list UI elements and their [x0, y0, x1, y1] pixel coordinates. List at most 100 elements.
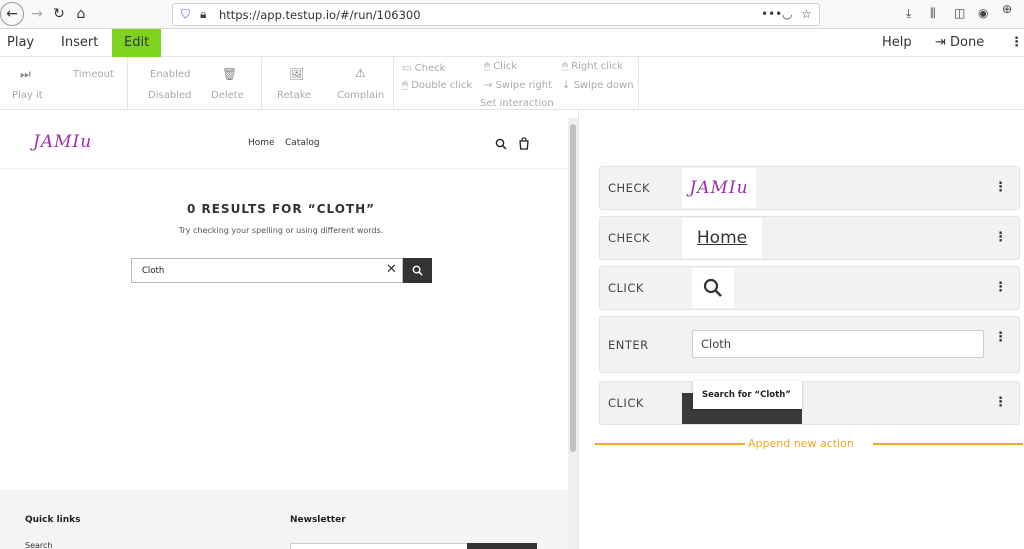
step-row[interactable]: ENTER Cloth ⋮ [599, 316, 1020, 373]
set-interaction-label[interactable]: Set interaction [480, 98, 554, 109]
action-toolbar: ⏭ Play it Timeout Enabled Disabled 🗑︎ De… [0, 57, 1024, 110]
step-row[interactable]: CHECK Home ⋮ [599, 216, 1020, 260]
newsletter-subscribe-button[interactable] [467, 543, 537, 549]
shield-icon: ⛉ [181, 7, 191, 21]
thumb-home-text: Home [696, 228, 748, 248]
step-action-label: CHECK [608, 181, 651, 195]
step-action-label: ENTER [608, 338, 649, 352]
exit-icon: ⇥ [935, 35, 946, 50]
swipe-right-action[interactable]: → Swipe right [484, 80, 552, 91]
step-row[interactable]: CLICK ⋮ [599, 266, 1020, 310]
lock-icon: 🔒︎ [200, 7, 207, 21]
shop-nav-catalog[interactable]: Catalog [285, 138, 320, 148]
thumb-suggestion: Search for “Cloth” [693, 381, 802, 409]
timeout-label[interactable]: Timeout [73, 69, 114, 80]
sidebar-icon[interactable]: ◫ [954, 6, 965, 20]
step-action-label: CLICK [608, 281, 644, 295]
menu-edit[interactable]: Edit [112, 29, 162, 57]
play-it-label[interactable]: Play it [12, 90, 43, 101]
back-arrow-icon[interactable]: ← [0, 2, 24, 26]
append-new-action[interactable]: Append new action [595, 437, 1023, 451]
cart-icon[interactable] [518, 137, 530, 150]
results-title: 0 RESULTS FOR “CLOTH” [186, 202, 376, 216]
delete-label[interactable]: Delete [211, 90, 244, 101]
step-action-label: CLICK [608, 396, 644, 410]
toolbar-divider [393, 57, 394, 110]
step-menu-icon[interactable]: ⋮ [994, 230, 1007, 245]
menu-insert[interactable]: Insert [61, 29, 98, 57]
more-actions-icon[interactable]: ••• [761, 7, 782, 21]
extension-icon[interactable]: ⊕ [1002, 2, 1012, 16]
play-forward-icon[interactable]: ⏭ [20, 67, 31, 82]
scrollbar-thumb[interactable] [570, 124, 576, 452]
pocket-icon[interactable]: ◡ [782, 7, 792, 21]
arrow-right-icon: → [484, 80, 496, 91]
shop-search-icon[interactable] [495, 138, 507, 150]
footer-quick-links: Quick links [25, 515, 81, 525]
enabled-label[interactable]: Enabled [150, 69, 190, 80]
clear-icon[interactable]: ✕ [386, 262, 397, 277]
step-row[interactable]: CLICK Search for “Cloth” ⋮ [599, 381, 1020, 425]
thumb-suggestion-text: Search for “Cloth” [702, 390, 791, 400]
preview-scrollbar[interactable] [568, 118, 578, 549]
shop-search-button[interactable] [403, 258, 432, 283]
append-new-action-label[interactable]: Append new action [745, 437, 857, 450]
reload-icon[interactable]: ↻ [48, 3, 70, 25]
page-preview[interactable]: JAMIu Home Catalog 0 RESULTS FOR “CLOTH”… [0, 118, 568, 549]
step-menu-icon[interactable]: ⋮ [994, 180, 1007, 195]
arrow-down-icon: ↓ [562, 80, 574, 91]
account-icon[interactable]: ◉ [978, 6, 988, 20]
header-divider [0, 168, 568, 169]
step-thumbnail: Home [682, 218, 762, 258]
search-value: Cloth [142, 266, 165, 276]
append-line-left [595, 443, 745, 445]
toolbar-divider [261, 57, 262, 110]
trash-icon[interactable]: 🗑︎ [222, 67, 237, 81]
rect-icon: ▭ [402, 63, 415, 74]
append-line-right [873, 443, 1023, 445]
right-click-action[interactable]: 🖱︎ Right click [562, 61, 623, 72]
swipe-down-action[interactable]: ↓ Swipe down [562, 80, 634, 91]
step-menu-icon[interactable]: ⋮ [994, 330, 1007, 345]
double-click-action[interactable]: 🖱︎ Double click [402, 80, 472, 91]
click-action[interactable]: 🖱︎ Click [484, 61, 517, 72]
image-icon[interactable]: 🖼︎ [289, 67, 304, 81]
step-row[interactable]: CHECK JAMIu ⋮ [599, 166, 1020, 210]
home-icon[interactable]: ⌂ [70, 3, 92, 25]
step-menu-icon[interactable]: ⋮ [994, 280, 1007, 295]
steps-panel: CHECK JAMIu ⋮ CHECK Home ⋮ CLICK ⋮ ENTER… [578, 110, 1024, 549]
url-text: https://app.testup.io/#/run/106300 [219, 8, 421, 22]
complain-label[interactable]: Complain [337, 90, 384, 101]
step-thumbnail [692, 268, 734, 308]
library-icon[interactable]: ⫼ [930, 6, 936, 21]
menu-kebab-icon[interactable]: ⋮ [1010, 29, 1023, 57]
mouse-icon: 🖱︎ [562, 61, 572, 72]
newsletter-email-field[interactable] [290, 543, 468, 549]
step-enter-value: Cloth [701, 337, 732, 351]
shop-nav-home[interactable]: Home [248, 138, 275, 148]
thumb-logo: JAMIu [689, 178, 749, 198]
mouse-icon: 🖱︎ [484, 61, 494, 72]
shop-logo[interactable]: JAMIu [33, 132, 92, 152]
done-button[interactable]: ⇥ Done [935, 29, 984, 57]
search-icon [703, 278, 722, 297]
disabled-label[interactable]: Disabled [148, 90, 191, 101]
forward-arrow-icon[interactable]: → [26, 3, 48, 25]
bookmark-star-icon[interactable]: ☆ [801, 7, 812, 21]
warning-icon[interactable]: ⚠ [355, 66, 366, 80]
url-bar[interactable]: ⛉ 🔒︎ https://app.testup.io/#/run/106300 … [172, 3, 820, 26]
help-button[interactable]: Help [882, 29, 912, 57]
download-icon[interactable]: ⤓ [906, 6, 911, 21]
menu-play[interactable]: Play [7, 29, 34, 57]
check-action[interactable]: ▭ Check [402, 63, 445, 74]
retake-label[interactable]: Retake [277, 90, 311, 101]
shop-search-input[interactable]: Cloth ✕ [131, 258, 403, 283]
footer-search-link[interactable]: Search [25, 541, 52, 549]
done-label: Done [950, 35, 985, 50]
step-menu-icon[interactable]: ⋮ [994, 395, 1007, 410]
step-action-label: CHECK [608, 231, 651, 245]
step-enter-field[interactable]: Cloth [692, 330, 984, 358]
browser-toolbar: ← → ↻ ⌂ ⛉ 🔒︎ https://app.testup.io/#/run… [0, 0, 1024, 29]
mouse-icon: 🖱︎ [402, 80, 412, 91]
step-thumbnail: JAMIu [682, 168, 756, 208]
